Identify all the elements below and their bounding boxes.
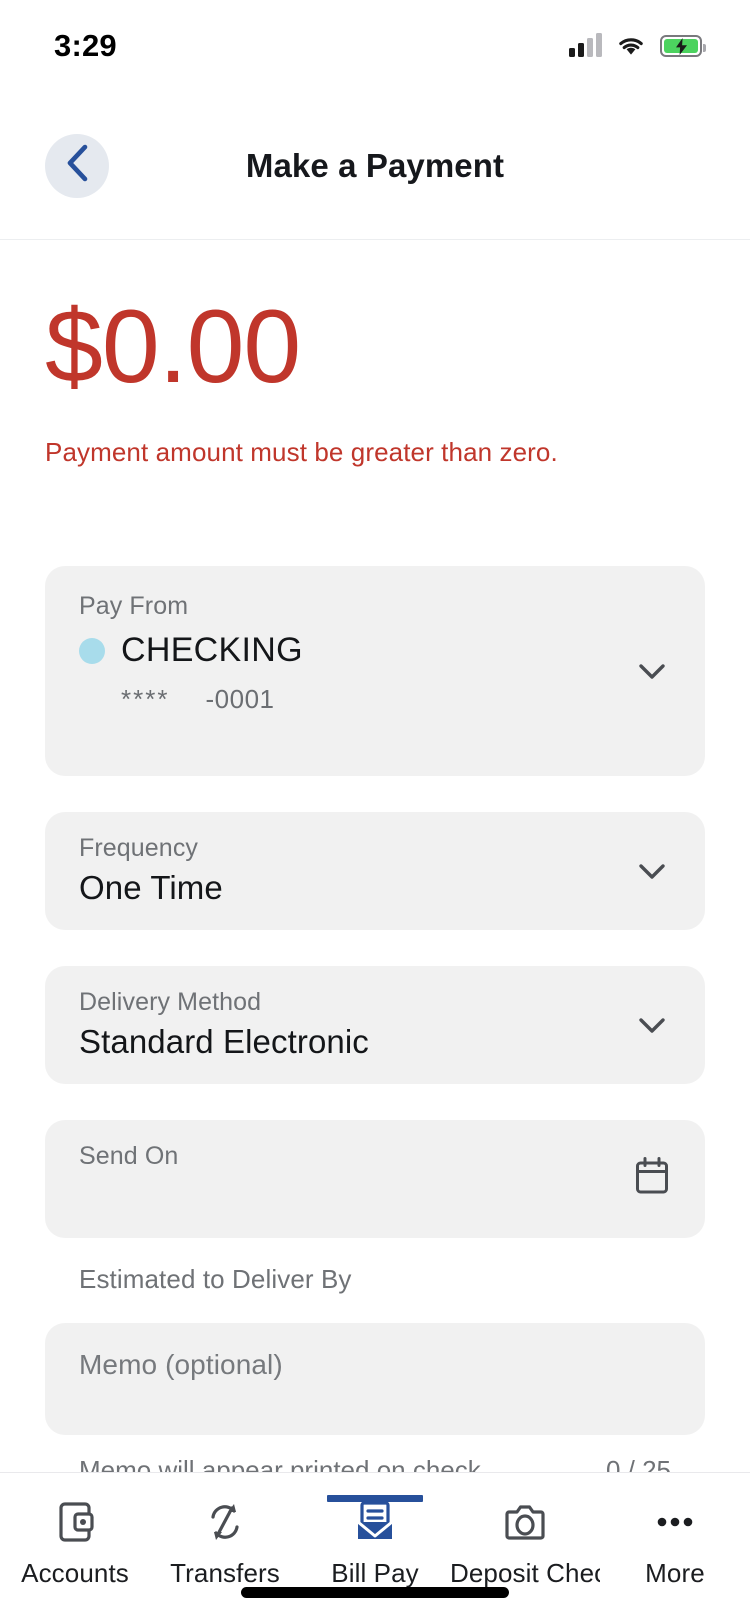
- bottom-tab-bar: Accounts Transfers Bill Pay Deposit Che …: [0, 1472, 750, 1624]
- battery-charging-icon: [660, 35, 706, 57]
- account-mask-last4: -0001: [205, 684, 275, 714]
- envelope-bill-icon: [354, 1499, 396, 1545]
- tab-accounts[interactable]: Accounts: [0, 1499, 150, 1589]
- tab-transfers[interactable]: Transfers: [150, 1499, 300, 1589]
- active-tab-indicator: [327, 1495, 423, 1502]
- send-on-label: Send On: [79, 1142, 179, 1170]
- pay-from-label: Pay From: [79, 592, 189, 620]
- home-indicator: [241, 1587, 509, 1598]
- chevron-down-icon[interactable]: [635, 1008, 669, 1042]
- delivery-method-value: Standard Electronic: [79, 1023, 369, 1060]
- back-button[interactable]: [45, 133, 109, 198]
- estimated-delivery-label: Estimated to Deliver By: [79, 1264, 352, 1294]
- chevron-left-icon: [65, 144, 89, 187]
- page-title: Make a Payment: [245, 146, 505, 184]
- tab-label: Transfers: [170, 1558, 280, 1588]
- memo-footer: Memo will appear printed on check 0 / 25: [45, 1455, 705, 1472]
- calendar-icon[interactable]: [633, 1157, 671, 1202]
- pay-from-account: CHECKING: [79, 631, 671, 670]
- memo-placeholder: Memo (optional): [79, 1349, 283, 1380]
- pay-from-selector[interactable]: Pay From CHECKING **** -0001: [45, 566, 705, 776]
- status-bar: 3:29: [0, 0, 750, 92]
- tab-bill-pay[interactable]: Bill Pay: [300, 1495, 450, 1589]
- tab-label: More: [645, 1558, 705, 1588]
- wallet-icon: [55, 1499, 95, 1545]
- pay-from-account-name: CHECKING: [121, 631, 303, 669]
- transfer-arrows-icon: [203, 1499, 247, 1545]
- tab-label: Accounts: [21, 1558, 129, 1588]
- tab-label: Bill Pay: [331, 1558, 419, 1588]
- delivery-method-label: Delivery Method: [79, 988, 262, 1016]
- send-on-date-field[interactable]: Send On: [45, 1120, 705, 1238]
- make-a-payment-screen: 3:29 Make a Payment $0.00 Payment amount…: [0, 0, 750, 1624]
- memo-helper-text: Memo will appear printed on check: [79, 1455, 481, 1472]
- payment-form: $0.00 Payment amount must be greater tha…: [0, 240, 750, 1472]
- memo-input[interactable]: Memo (optional): [45, 1323, 705, 1435]
- chevron-down-icon[interactable]: [635, 654, 669, 688]
- delivery-method-selector[interactable]: Delivery Method Standard Electronic: [45, 966, 705, 1084]
- amount-error-message: Payment amount must be greater than zero…: [45, 437, 558, 467]
- camera-icon: [504, 1499, 546, 1545]
- tab-deposit-check[interactable]: Deposit Check: [450, 1499, 600, 1589]
- frequency-value: One Time: [79, 869, 223, 906]
- payment-amount-display[interactable]: $0.00: [45, 240, 705, 399]
- memo-character-counter: 0 / 25: [605, 1455, 671, 1472]
- tab-label: Deposit Check: [450, 1558, 600, 1588]
- tab-more[interactable]: More: [600, 1499, 750, 1589]
- chevron-down-icon[interactable]: [635, 854, 669, 888]
- pay-from-account-mask: **** -0001: [121, 684, 671, 715]
- cellular-signal-icon: [569, 33, 602, 57]
- account-mask-stars: ****: [121, 684, 170, 714]
- wifi-icon: [616, 35, 646, 57]
- frequency-selector[interactable]: Frequency One Time: [45, 812, 705, 930]
- frequency-label: Frequency: [79, 834, 199, 862]
- ellipsis-icon: [653, 1499, 697, 1545]
- account-color-dot-icon: [79, 637, 105, 664]
- navigation-header: Make a Payment: [0, 92, 750, 240]
- status-bar-indicators: [569, 33, 706, 57]
- status-bar-time: 3:29: [54, 28, 117, 63]
